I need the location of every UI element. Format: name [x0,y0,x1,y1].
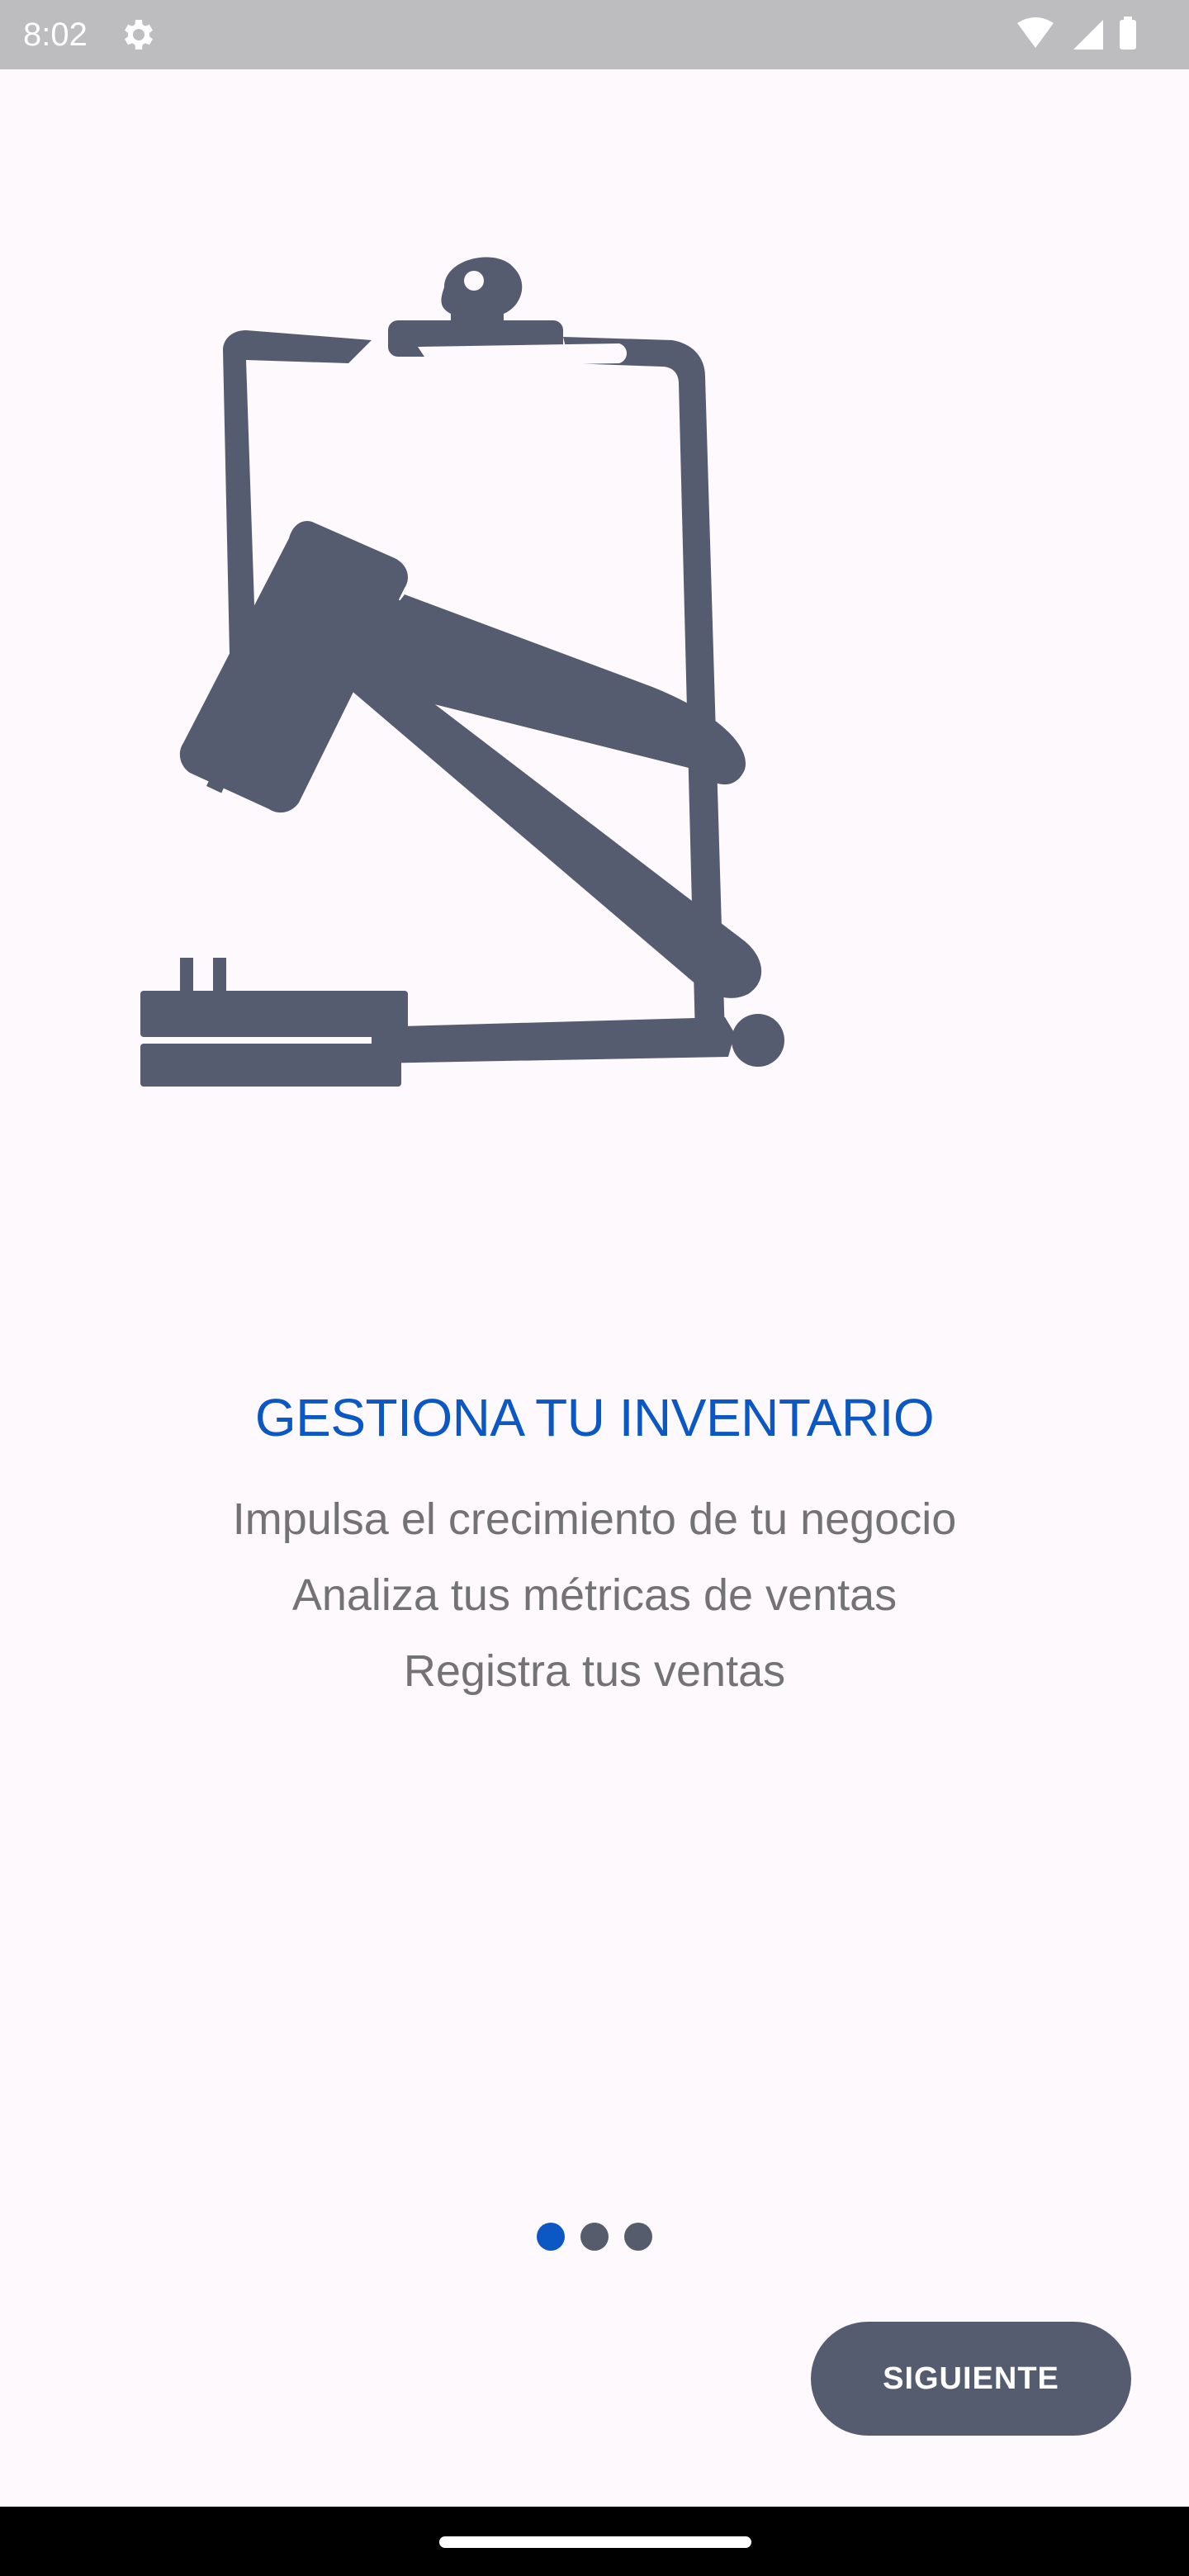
onboarding-title: GESTIONA TU INVENTARIO [254,1388,935,1447]
page-dot[interactable] [624,2223,652,2251]
battery-icon [1120,20,1136,50]
page-dot-active[interactable] [537,2223,565,2251]
page-dot[interactable] [580,2223,609,2251]
status-icons [1017,17,1136,50]
onboarding-description: Impulsa el crecimiento de tu negocio Ana… [0,1481,1189,1709]
description-line: Impulsa el crecimiento de tu negocio [232,1494,957,1544]
home-gesture-handle[interactable] [439,2536,751,2548]
description-line: Analiza tus métricas de ventas [291,1570,898,1620]
description-line: Registra tus ventas [403,1646,786,1696]
cell-signal-icon [1073,20,1103,50]
navigation-bar [0,2507,1189,2576]
next-button[interactable]: SIGUIENTE [811,2322,1131,2436]
wifi-icon [1017,17,1054,48]
status-time: 8:02 [23,17,88,53]
page-indicator [535,2223,659,2252]
status-bar: 8:02 [0,0,1189,69]
settings-gear-icon [125,20,153,50]
clipboard-gavel-icon [140,257,784,1087]
